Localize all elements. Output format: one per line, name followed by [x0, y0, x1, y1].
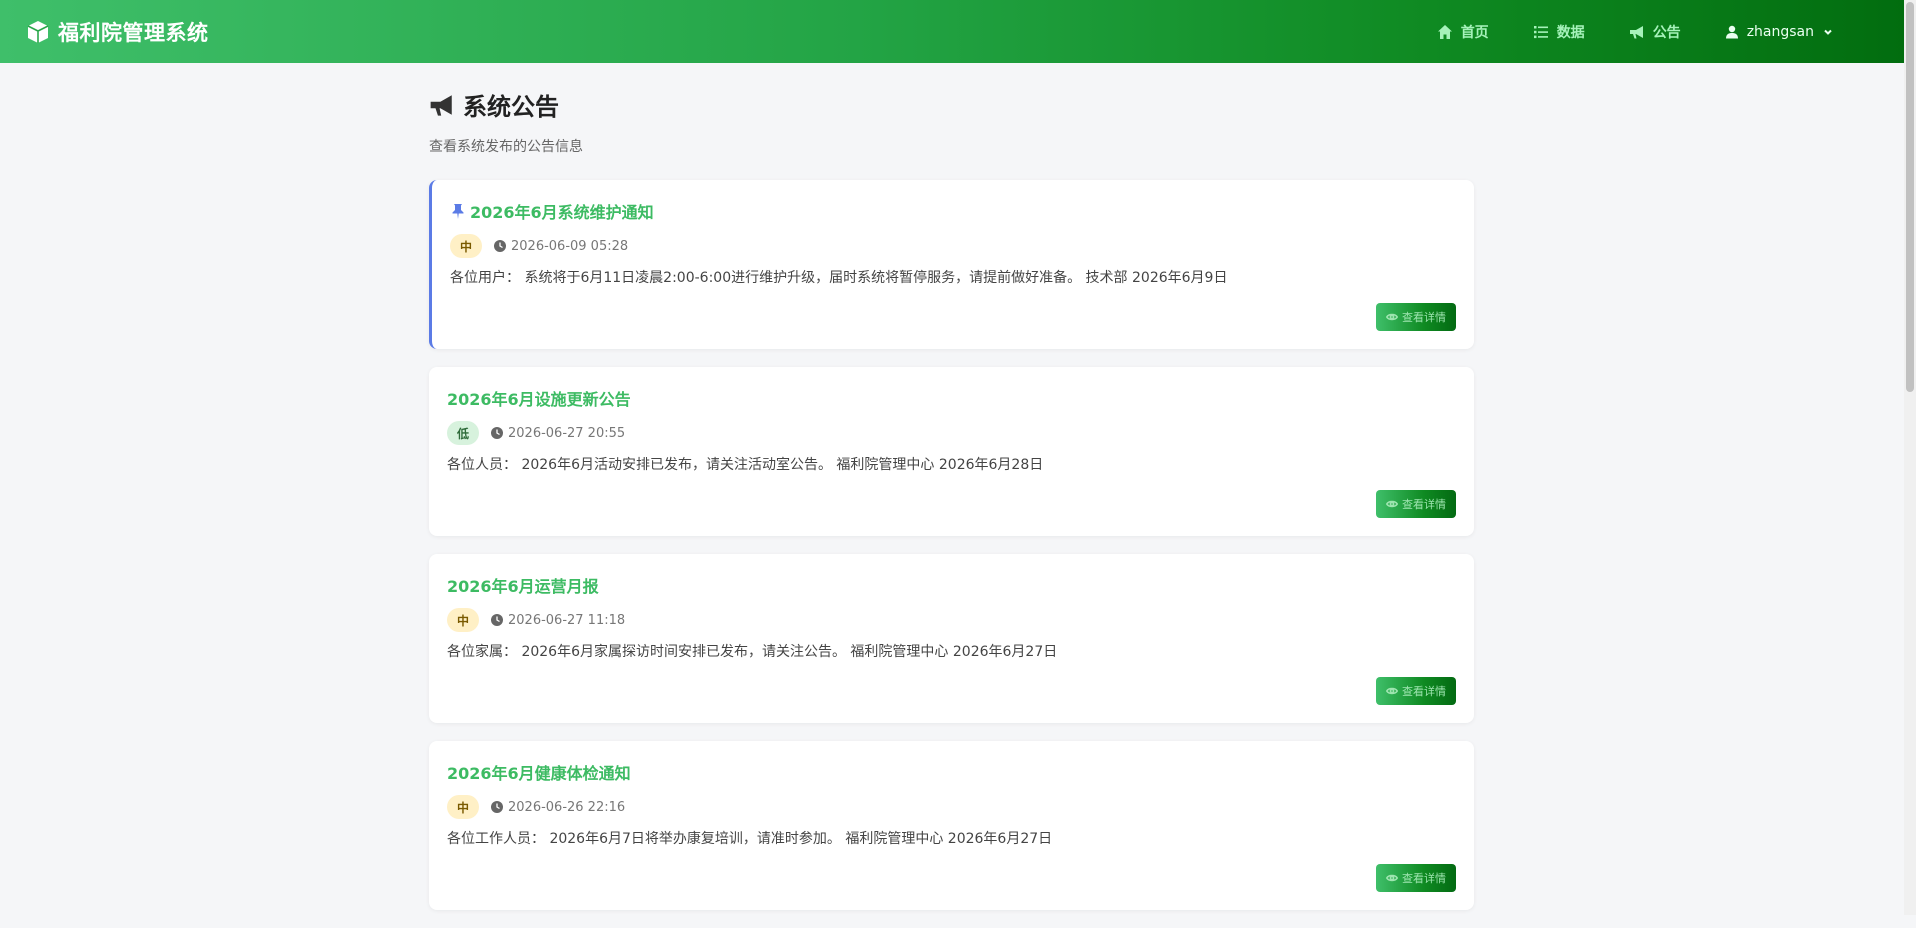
announcement-time-text: 2026-06-26 22:16	[508, 799, 626, 815]
eye-icon	[1386, 313, 1398, 321]
announcement-list: 2026年6月系统维护通知 中 2026-06-09 05:28 各位用户： 系…	[429, 180, 1474, 910]
announcement-time-text: 2026-06-27 11:18	[508, 612, 626, 628]
clock-icon	[491, 801, 503, 813]
user-icon	[1725, 25, 1738, 38]
priority-badge: 低	[447, 421, 479, 445]
priority-badge: 中	[450, 234, 482, 258]
view-detail-button[interactable]: 查看详情	[1376, 677, 1456, 705]
announcement-content: 各位家属： 2026年6月家属探访时间安排已发布，请关注公告。 福利院管理中心 …	[447, 644, 1058, 660]
list-icon	[1533, 25, 1548, 38]
announcement-title[interactable]: 2026年6月运营月报	[447, 573, 1456, 597]
priority-badge: 中	[447, 795, 479, 819]
view-detail-label: 查看详情	[1402, 311, 1446, 324]
eye-icon	[1386, 500, 1398, 508]
announcement-title[interactable]: 2026年6月系统维护通知	[450, 199, 1456, 223]
announcement-time: 2026-06-09 05:28	[494, 239, 628, 254]
announcement-content: 各位用户： 系统将于6月11日凌晨2:00-6:00进行维护升级，届时系统将暂停…	[450, 270, 1228, 286]
clock-icon	[494, 240, 506, 252]
announcement-title[interactable]: 2026年6月设施更新公告	[447, 386, 1456, 410]
announcement-time: 2026-06-27 11:18	[491, 613, 625, 628]
brand-title: 福利院管理系统	[58, 20, 209, 45]
page-title-text: 系统公告	[463, 93, 559, 121]
announcement-title[interactable]: 2026年6月健康体检通知	[447, 760, 1456, 784]
announcement-meta: 中 2026-06-26 22:16	[447, 795, 1456, 819]
announcement-meta: 低 2026-06-27 20:55	[447, 421, 1456, 445]
home-icon	[1437, 24, 1452, 39]
pin-icon	[452, 204, 464, 219]
view-detail-label: 查看详情	[1402, 685, 1446, 698]
cube-icon	[27, 20, 49, 43]
announcement-time: 2026-06-26 22:16	[491, 800, 625, 815]
announcement-time: 2026-06-27 20:55	[491, 426, 625, 441]
clock-icon	[491, 614, 503, 626]
page-scrollbar[interactable]	[1904, 0, 1916, 915]
announcement-content: 各位工作人员： 2026年6月7日将举办康复培训，请准时参加。 福利院管理中心 …	[447, 831, 1053, 847]
nav-item-announcements[interactable]: 公告	[1607, 22, 1703, 42]
nav-item-home[interactable]: 首页	[1415, 22, 1511, 42]
user-menu[interactable]: zhangsan	[1703, 24, 1856, 40]
nav-item-label: 数据	[1556, 24, 1585, 41]
clock-icon	[491, 427, 503, 439]
view-detail-button[interactable]: 查看详情	[1376, 490, 1456, 518]
view-detail-label: 查看详情	[1402, 498, 1446, 511]
eye-icon	[1386, 874, 1398, 882]
announcement-meta: 中 2026-06-27 11:18	[447, 608, 1456, 632]
announcement-time-text: 2026-06-09 05:28	[511, 238, 629, 254]
announcement-card: 2026年6月运营月报 中 2026-06-27 11:18 各位家属： 202…	[429, 554, 1474, 723]
announcement-card: 2026年6月系统维护通知 中 2026-06-09 05:28 各位用户： 系…	[429, 180, 1474, 349]
brand[interactable]: 福利院管理系统	[26, 17, 209, 47]
page-title: 系统公告	[429, 87, 1474, 122]
nav-item-data[interactable]: 数据	[1511, 22, 1607, 42]
view-detail-button[interactable]: 查看详情	[1376, 864, 1456, 892]
scrollbar-thumb[interactable]	[1906, 2, 1914, 392]
nav-item-label: 公告	[1652, 24, 1681, 41]
eye-icon	[1386, 687, 1398, 695]
nav-item-label: 首页	[1460, 24, 1489, 41]
announcement-title-text: 2026年6月健康体检通知	[447, 764, 631, 783]
page-subtitle: 查看系统发布的公告信息	[429, 139, 583, 155]
nav-menu: 首页 数据 公告 zhangsan	[1415, 22, 1856, 42]
announcement-title-text: 2026年6月设施更新公告	[447, 390, 631, 409]
view-detail-label: 查看详情	[1402, 872, 1446, 885]
username: zhangsan	[1746, 23, 1814, 40]
top-navbar: 福利院管理系统 首页 数据 公告 zhangsan	[0, 0, 1904, 63]
main-content: 系统公告 查看系统发布的公告信息 2026年6月系统维护通知 中 2026-06…	[429, 63, 1474, 928]
announcement-title-text: 2026年6月运营月报	[447, 577, 599, 596]
announcement-meta: 中 2026-06-09 05:28	[450, 234, 1456, 258]
page-header: 系统公告 查看系统发布的公告信息	[429, 87, 1474, 156]
megaphone-icon	[430, 94, 452, 116]
announcement-title-text: 2026年6月系统维护通知	[470, 203, 654, 222]
announcement-time-text: 2026-06-27 20:55	[508, 425, 626, 441]
view-detail-button[interactable]: 查看详情	[1376, 303, 1456, 331]
announcement-card: 2026年6月健康体检通知 中 2026-06-26 22:16 各位工作人员：…	[429, 741, 1474, 910]
announcement-content: 各位人员： 2026年6月活动安排已发布，请关注活动室公告。 福利院管理中心 2…	[447, 457, 1044, 473]
chevron-down-icon	[1824, 29, 1832, 35]
priority-badge: 中	[447, 608, 479, 632]
megaphone-icon	[1629, 25, 1643, 38]
announcement-card: 2026年6月设施更新公告 低 2026-06-27 20:55 各位人员： 2…	[429, 367, 1474, 536]
